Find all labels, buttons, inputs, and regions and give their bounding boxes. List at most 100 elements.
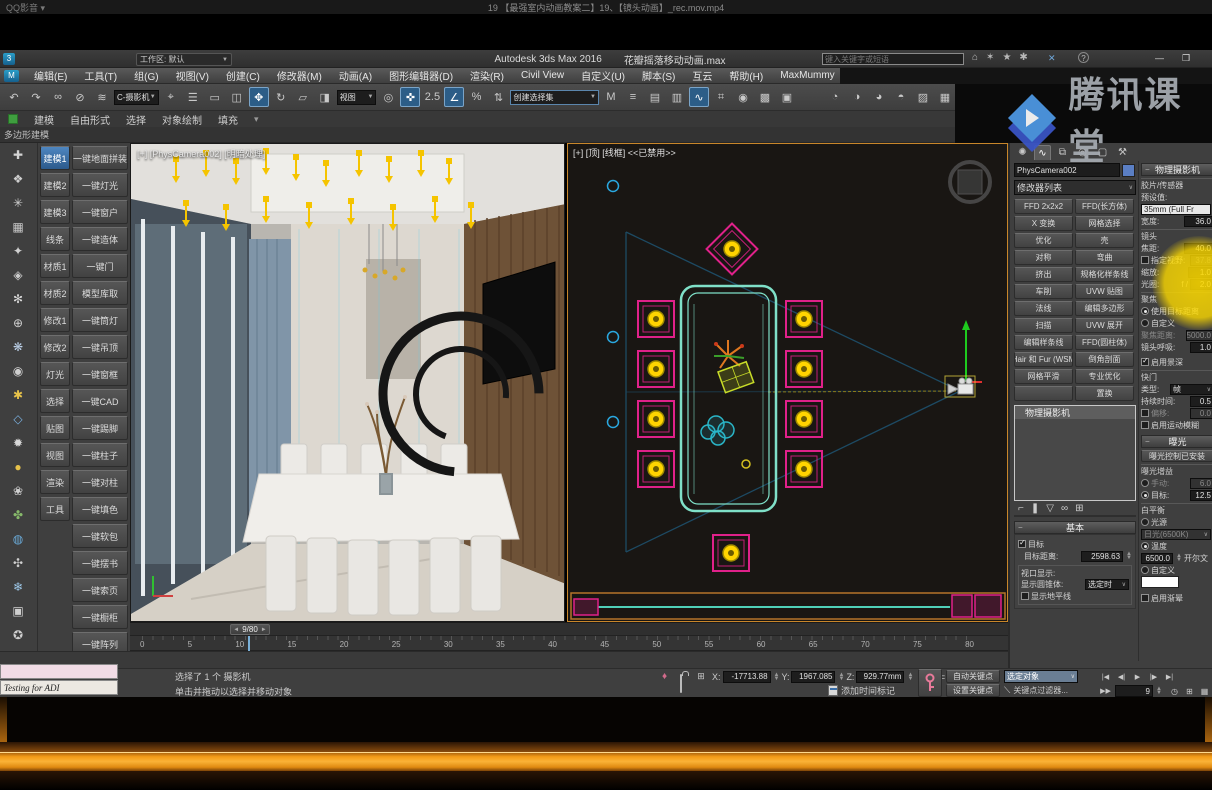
toolbar-icon[interactable]: % (466, 87, 486, 107)
menu-item[interactable]: 编辑(E) (32, 68, 69, 83)
script-category-button[interactable]: 视图 (40, 443, 70, 467)
z-coord-field[interactable]: 929.77mm (856, 671, 904, 683)
modifier-button[interactable]: 法线 (1014, 301, 1073, 316)
plugin-toolbar-icon[interactable]: ✤ (0, 503, 36, 527)
toolbar-icon[interactable]: ◫ (227, 87, 247, 107)
script-action-button[interactable]: 一键摆书 (72, 551, 128, 575)
key-filters[interactable]: ⟍ 关键点过滤器... (1004, 685, 1068, 696)
script-action-button[interactable]: 一键填色 (72, 497, 128, 521)
spinner-icon[interactable]: ▲▼ (1126, 552, 1132, 560)
stack-toolbar-icon[interactable]: ⌐ (1018, 503, 1024, 514)
time-config-icon[interactable]: ▦ (1198, 685, 1211, 697)
titlebar-icon[interactable]: ★ (1002, 52, 1011, 63)
x-coord-field[interactable]: -17713.88 (723, 671, 771, 683)
set-key-button[interactable]: 设置关键点 (946, 684, 1000, 697)
script-category-button[interactable]: 建模1 (40, 146, 70, 170)
modifier-button[interactable]: 编辑样条线 (1014, 335, 1073, 350)
titlebar-icon[interactable]: ✱ (1019, 52, 1027, 63)
script-action-button[interactable]: 一键索页 (72, 578, 128, 602)
search-input[interactable]: 键入关键字或短语 (822, 53, 964, 65)
playback-button[interactable]: ▶| (1162, 670, 1177, 683)
exposure-installed-button[interactable]: 曝光控制已安装 (1141, 450, 1212, 462)
render-toolbar-icon[interactable]: ▦ (935, 87, 955, 107)
toolbar-icon[interactable]: ☰ (183, 87, 203, 107)
modifier-button[interactable]: 编辑多边形 (1075, 301, 1134, 316)
plugin-toolbar-icon[interactable]: ✱ (0, 383, 36, 407)
maximize-button[interactable]: ❒ (1182, 53, 1190, 64)
toolbar-icon[interactable]: ⇅ (488, 87, 508, 107)
toolbar-icon[interactable]: ✥ (249, 87, 269, 107)
modifier-button[interactable]: 网格选择 (1075, 216, 1134, 231)
script-action-button[interactable]: 一键造体 (72, 227, 128, 251)
modifier-button[interactable]: X 变换 (1014, 216, 1073, 231)
toolbar-icon[interactable]: ▣ (777, 87, 797, 107)
spinner-icon[interactable]: ▲▼ (838, 673, 844, 681)
target-ev-field[interactable]: 12.5 (1190, 490, 1212, 501)
track-bar[interactable]: 05101520253035404550556065707580 (130, 636, 1008, 651)
light-source-radio[interactable] (1141, 518, 1149, 526)
modifier-button[interactable]: FFD(长方体) (1075, 199, 1134, 214)
target-ev-radio[interactable] (1141, 491, 1149, 499)
plugin-toolbar-icon[interactable]: ● (0, 455, 36, 479)
plugin-toolbar-icon[interactable]: ✚ (0, 143, 36, 167)
modifier-button[interactable] (1014, 386, 1073, 401)
offset-field[interactable]: 0.0 (1190, 408, 1212, 419)
modifier-button[interactable]: 对称 (1014, 250, 1073, 265)
light-source-dropdown[interactable]: 日光(6500K)∨ (1141, 529, 1211, 540)
script-action-button[interactable]: 一键吊顶 (72, 335, 128, 359)
toolbar-icon[interactable]: ⌖ (161, 87, 181, 107)
plugin-toolbar-icon[interactable]: ✦ (0, 239, 36, 263)
script-category-button[interactable]: 材质1 (40, 254, 70, 278)
script-category-button[interactable]: 渲染 (40, 470, 70, 494)
lens-breathing-field[interactable]: 1.0 (1190, 342, 1212, 353)
ribbon-tab[interactable]: 自由形式 (70, 112, 110, 127)
time-slider[interactable]: ◄ 9/80 ► (130, 622, 1008, 636)
current-frame-field[interactable]: 9 (1115, 685, 1153, 697)
script-action-button[interactable]: 一键软包 (72, 524, 128, 548)
menu-item[interactable]: 修改器(M) (275, 68, 324, 83)
script-action-button[interactable]: 一键窗户 (72, 200, 128, 224)
script-action-button[interactable]: 一键地面拼装 (72, 146, 128, 170)
toolbar-icon[interactable]: ◉ (733, 87, 753, 107)
toolbar-icon[interactable]: M (601, 87, 621, 107)
motion-blur-checkbox[interactable] (1141, 421, 1149, 429)
plugin-toolbar-icon[interactable]: ❀ (0, 479, 36, 503)
toolbar-icon[interactable]: ↶ (4, 87, 24, 107)
selection-filter-dropdown[interactable]: C-摄影机▼ (114, 90, 159, 105)
workspace-dropdown[interactable]: 工作区: 默认 ▼ (136, 53, 232, 66)
player-app-name[interactable]: QQ影音 ▾ (6, 1, 45, 14)
menu-item[interactable]: Civil View (519, 70, 566, 81)
toolbar-icon[interactable]: ▥ (667, 87, 687, 107)
stack-toolbar-icon[interactable]: ∞ (1061, 503, 1068, 514)
isolate-toggle-icon[interactable]: ♦ (662, 671, 667, 682)
custom-wb-radio[interactable] (1141, 566, 1149, 574)
a360-icon[interactable]: ✕ (1048, 53, 1056, 64)
stack-toolbar-icon[interactable]: ▽ (1046, 503, 1054, 514)
exposure-rollout-header[interactable]: 曝光 (1141, 435, 1212, 448)
render-toolbar-icon[interactable]: ◔ (825, 87, 845, 107)
minimize-button[interactable]: — (1155, 53, 1164, 63)
time-config-icon[interactable]: ⊞ (1183, 685, 1196, 697)
focus-custom-radio[interactable] (1141, 319, 1149, 327)
next-frame-icon[interactable]: ► (261, 627, 267, 633)
target-checkbox[interactable] (1018, 540, 1026, 548)
script-action-button[interactable]: 一键灯光 (72, 173, 128, 197)
auto-key-button[interactable]: 自动关键点 (946, 670, 1000, 683)
dof-checkbox[interactable] (1141, 358, 1149, 366)
playback-button[interactable]: |◀ (1098, 670, 1113, 683)
menu-item[interactable]: 渲染(R) (468, 68, 506, 83)
set-key-mode-button[interactable] (918, 669, 942, 697)
menu-item[interactable]: 视图(V) (174, 68, 211, 83)
spinner-icon[interactable]: ▲▼ (907, 673, 913, 681)
vignette-checkbox[interactable] (1141, 594, 1149, 602)
plugin-toolbar-icon[interactable]: ▣ (0, 599, 36, 623)
time-config-icon[interactable]: ◷ (1168, 685, 1181, 697)
script-category-button[interactable]: 选择 (40, 389, 70, 413)
render-toolbar-icon[interactable]: ◓ (891, 87, 911, 107)
toolbar-icon[interactable]: ∠ (444, 87, 464, 107)
menu-item[interactable]: 自定义(U) (579, 68, 627, 83)
titlebar-icon[interactable]: ⌂ (972, 52, 978, 63)
add-time-tag[interactable]: 添加时间标记 (828, 684, 895, 697)
script-category-button[interactable]: 灯光 (40, 362, 70, 386)
toolbar-icon[interactable]: ∞ (48, 87, 68, 107)
